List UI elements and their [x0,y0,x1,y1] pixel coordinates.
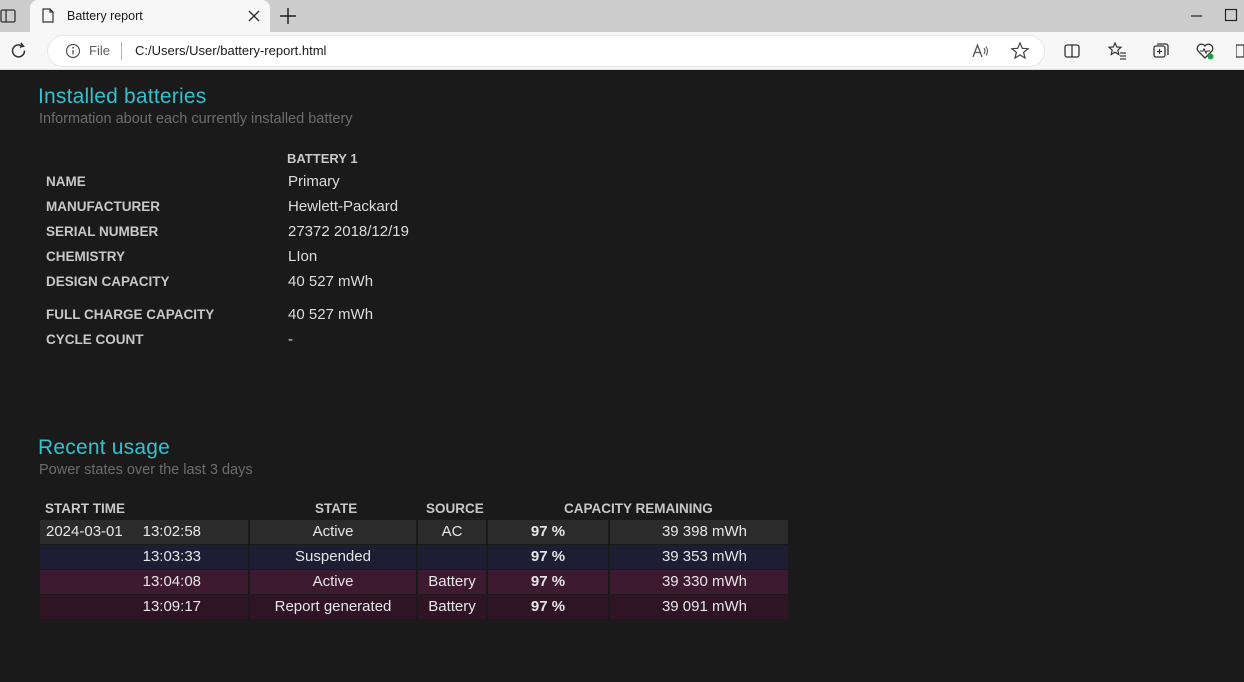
capacity-remaining-header: CAPACITY REMAINING [564,501,713,516]
read-aloud-icon[interactable] [970,41,990,61]
installed-batteries-heading: Installed batteries [38,85,207,108]
minimize-icon[interactable] [1190,8,1204,22]
start-clock: 13:09:17 [142,598,201,615]
state-header: STATE [315,501,358,516]
capacity-mwh-cell: 39 353 mWh [610,545,788,569]
serial-number-label: SERIAL NUMBER [46,224,159,239]
recent-usage-subtitle: Power states over the last 3 days [39,462,253,478]
chemistry-value: LIon [288,248,318,265]
state-cell: Report generated [250,595,416,619]
start-clock: 13:02:58 [142,523,201,540]
maximize-icon[interactable] [1224,8,1238,22]
scheme-label: File [89,43,110,58]
document-icon [42,8,54,23]
close-tab-icon[interactable] [246,8,262,24]
recent-usage-heading: Recent usage [38,436,170,459]
start-time-cell: 2024-03-01 13:02:58 [40,520,248,544]
capacity-mwh-cell: 39 091 mWh [610,595,788,619]
navigation-bar: File C:/Users/User/battery-report.html [0,32,1244,70]
state-cell: Suspended [250,545,416,569]
start-time-cell: 13:04:08 [40,570,248,594]
source-cell: AC [418,520,486,544]
active-tab[interactable]: Battery report [30,0,270,32]
design-capacity-value: 40 527 mWh [288,273,374,290]
installed-batteries-subtitle: Information about each currently install… [39,111,353,127]
name-value: Primary [288,173,340,190]
start-clock: 13:03:33 [142,548,201,565]
state-cell: Active [250,520,416,544]
start-time-header: START TIME [45,501,125,516]
source-cell: Battery [418,595,486,619]
start-date: 2024-03-01 [46,523,123,540]
browser-essentials-icon[interactable] [1195,41,1215,61]
refresh-icon[interactable] [9,41,29,61]
usage-row: 13:04:08 Active Battery 97 % 39 330 mWh [40,570,788,594]
tab-title: Battery report [67,9,143,23]
capacity-percent-cell: 97 % [488,570,608,594]
address-separator [121,42,122,60]
capacity-percent-cell: 97 % [488,595,608,619]
more-icon[interactable] [1236,41,1244,61]
source-cell: Battery [418,570,486,594]
manufacturer-label: MANUFACTURER [46,199,160,214]
new-tab-icon[interactable] [278,6,298,26]
usage-row: 13:03:33 Suspended 97 % 39 353 mWh [40,545,788,569]
address-bar[interactable]: File C:/Users/User/battery-report.html [48,36,1044,66]
tab-strip: Battery report [0,0,1244,32]
sidebar-toggle-icon[interactable] [0,6,18,26]
usage-row: 2024-03-01 13:02:58 Active AC 97 % 39 39… [40,520,788,544]
serial-number-value: 27372 2018/12/19 [288,223,409,240]
name-label: NAME [46,174,86,189]
capacity-mwh-cell: 39 330 mWh [610,570,788,594]
battery-report-page: Installed batteries Information about ea… [0,71,1244,682]
state-cell: Active [250,570,416,594]
start-time-cell: 13:03:33 [40,545,248,569]
full-charge-capacity-value: 40 527 mWh [288,306,374,323]
design-capacity-label: DESIGN CAPACITY [46,274,170,289]
capacity-percent-cell: 97 % [488,545,608,569]
info-icon[interactable] [65,43,81,59]
usage-row: 13:09:17 Report generated Battery 97 % 3… [40,595,788,619]
cycle-count-label: CYCLE COUNT [46,332,144,347]
collections-icon[interactable] [1151,41,1171,61]
full-charge-capacity-label: FULL CHARGE CAPACITY [46,307,215,322]
source-cell [418,545,486,569]
start-clock: 13:04:08 [142,573,201,590]
capacity-percent-cell: 97 % [488,520,608,544]
capacity-mwh-cell: 39 398 mWh [610,520,788,544]
url-text[interactable]: C:/Users/User/battery-report.html [135,43,326,58]
favorites-icon[interactable] [1107,41,1127,61]
chemistry-label: CHEMISTRY [46,249,126,264]
manufacturer-value: Hewlett-Packard [288,198,399,215]
battery-column-header: BATTERY 1 [287,151,358,166]
split-screen-icon[interactable] [1062,41,1082,61]
favorite-star-icon[interactable] [1010,41,1030,61]
cycle-count-value: - [288,331,293,348]
source-header: SOURCE [426,501,484,516]
start-time-cell: 13:09:17 [40,595,248,619]
